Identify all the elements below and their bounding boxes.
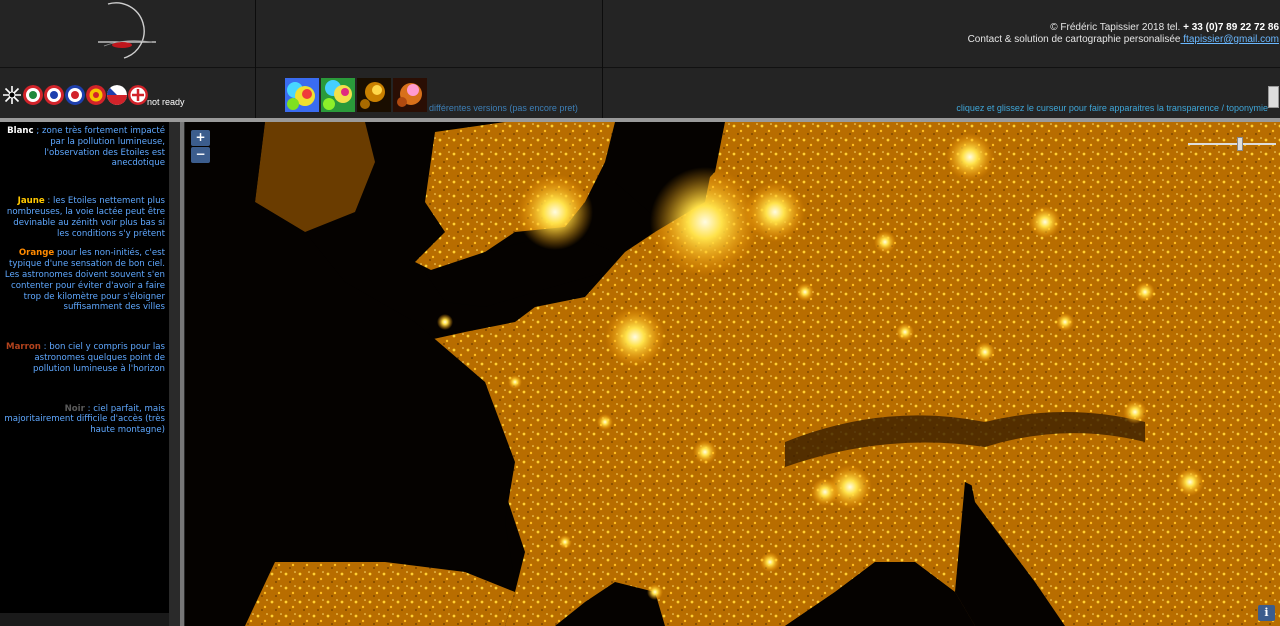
zoom-in-button[interactable]: + <box>191 130 210 146</box>
slider-handle[interactable] <box>1237 137 1243 151</box>
legend-item-jaune: Jaune : les Etoiles nettement plus nombr… <box>2 196 165 239</box>
copyright-text: © Frédéric Tapissier 2018 tel. <box>1050 22 1181 33</box>
zoom-out-button[interactable]: − <box>191 147 210 163</box>
map-canvas[interactable] <box>185 122 1280 626</box>
versions-label: différentes versions (pas encore pret) <box>429 103 578 113</box>
legend-text: : bon ciel y compris pour las astronomes… <box>33 342 165 374</box>
legend-item-noir: Noir : ciel parfait, mais majoritairemen… <box>2 404 165 436</box>
contact-text: Contact & solution de cartographie perso… <box>967 34 1181 45</box>
legend-keyword: Jaune <box>17 196 45 207</box>
flag-portugal-icon[interactable] <box>128 85 148 105</box>
version-2-thumbnail[interactable] <box>321 78 355 112</box>
toolbar-divider <box>602 69 603 118</box>
transparency-slider[interactable] <box>1188 137 1276 151</box>
comet-logo-icon[interactable] <box>94 0 160 60</box>
version-1-thumbnail[interactable] <box>285 78 319 112</box>
legend-item-marron: Marron : bon ciel y compris pour las ast… <box>2 342 165 374</box>
zoom-controls: + − <box>191 130 210 163</box>
legend-keyword: Marron <box>6 342 41 353</box>
not-ready-label: not ready <box>147 97 185 107</box>
phone-number: + 33 (0)7 89 22 72 86 <box>1180 22 1279 33</box>
info-button[interactable]: i <box>1258 605 1275 621</box>
legend-text: ; zone très fortement impacté par la pol… <box>33 126 165 169</box>
legend-item-orange: Orange pour les non-initiés, c'est typiq… <box>2 248 165 313</box>
legend-item-blanc: Blanc ; zone très fortement impacté par … <box>2 126 165 169</box>
flag-france-icon[interactable] <box>44 85 64 105</box>
transparency-hint: cliquez et glissez le curseur pour faire… <box>956 103 1268 113</box>
language-flags <box>2 84 148 106</box>
flag-uk-icon[interactable] <box>65 85 85 105</box>
email-link[interactable]: ftapissier@gmail.com <box>1180 34 1279 45</box>
contact-block: © Frédéric Tapissier 2018 tel. + 33 (0)7… <box>968 22 1279 46</box>
legend-text: : ciel parfait, mais majoritairement dif… <box>4 403 165 436</box>
slider-track[interactable] <box>1188 143 1276 145</box>
version-4-thumbnail[interactable] <box>393 78 427 112</box>
flag-italy-icon[interactable] <box>23 85 43 105</box>
sidebar-footer <box>0 613 169 626</box>
legend-keyword: Orange <box>18 248 55 259</box>
legend-keyword: Blanc <box>7 126 34 136</box>
light-pollution-map[interactable] <box>185 122 1280 626</box>
version-thumbnails <box>285 78 427 112</box>
flag-spain-icon[interactable] <box>86 85 106 105</box>
toolbar-divider <box>255 69 256 118</box>
header-bar: © Frédéric Tapissier 2018 tel. + 33 (0)7… <box>0 0 1280 68</box>
sidebar-scrollbar[interactable] <box>180 122 184 626</box>
flag-czech-icon[interactable] <box>107 85 127 105</box>
cursor-tool-icon[interactable] <box>1268 86 1279 108</box>
version-3-thumbnail[interactable] <box>357 78 391 112</box>
legend-panel: Blanc ; zone très fortement impacté par … <box>0 122 169 613</box>
legend-keyword: Noir <box>64 403 85 414</box>
wheel-icon[interactable] <box>2 85 22 105</box>
